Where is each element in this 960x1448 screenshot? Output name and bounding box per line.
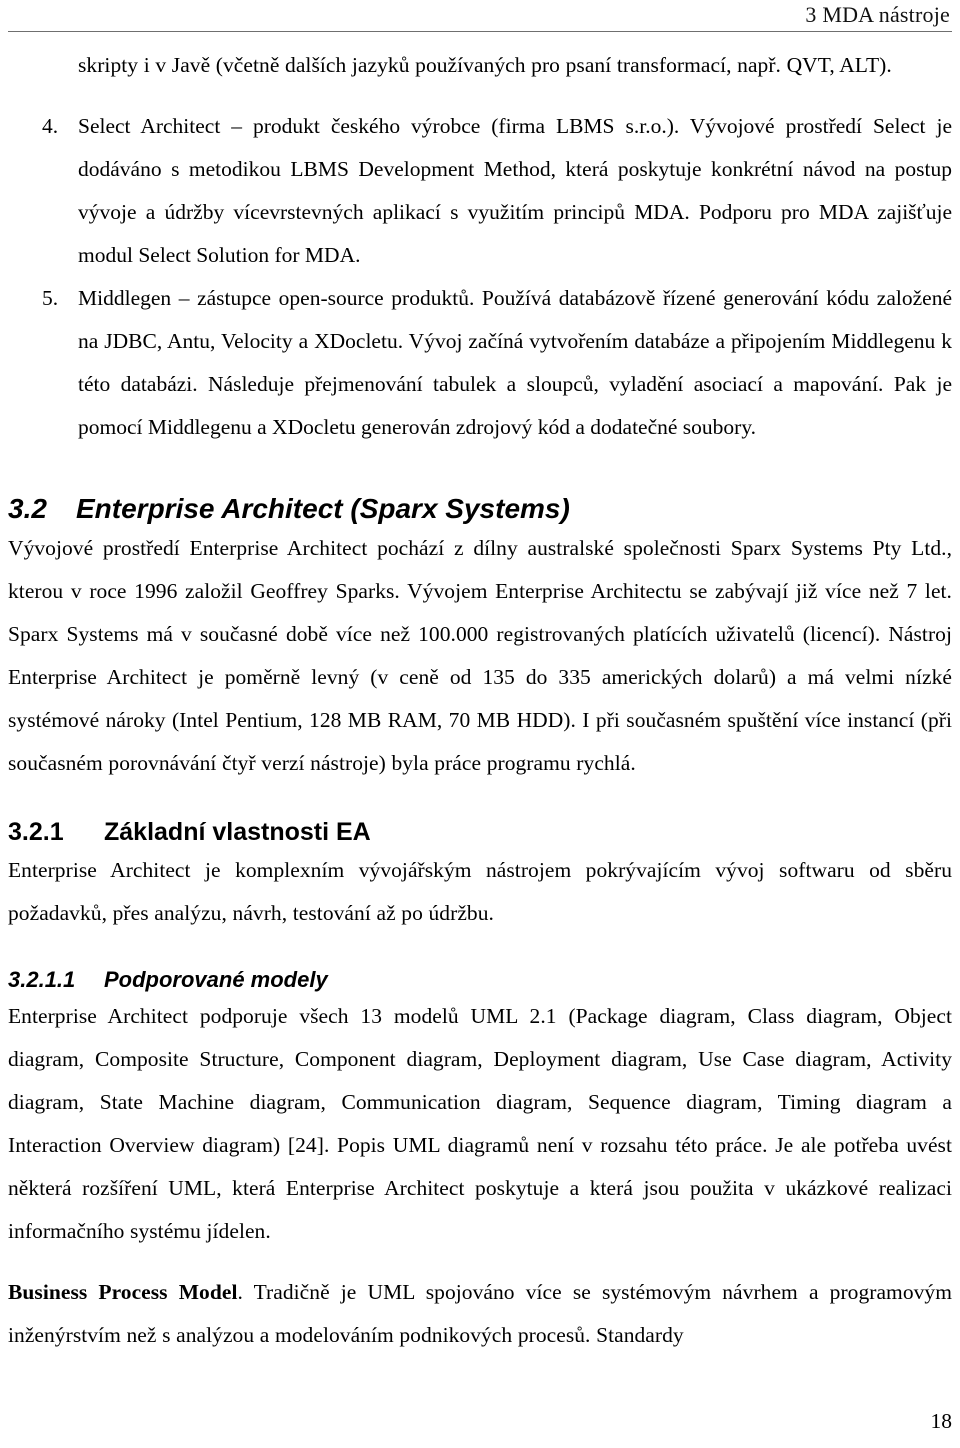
heading-3-2-1-1-title: Podporované modely	[104, 967, 328, 992]
heading-3-2-1-title: Základní vlastnosti EA	[104, 818, 371, 846]
header-title: 3 MDA nástroje	[805, 2, 950, 27]
heading-3-2-1: 3.2.1 Základní vlastnosti EA	[8, 815, 952, 849]
heading-3-2-title: Enterprise Architect (Sparx Systems)	[76, 493, 570, 524]
intro-paragraph: skripty i v Javě (včetně dalších jazyků …	[78, 53, 892, 77]
list-item-text: Middlegen – zástupce open-source produkt…	[78, 286, 952, 439]
business-process-model-paragraph: Business Process Model. Tradičně je UML …	[8, 1271, 952, 1357]
section-3-2-1-paragraph: Enterprise Architect je komplexním vývoj…	[8, 858, 952, 925]
heading-3-2-1-1: 3.2.1.1 Podporované modely	[8, 965, 952, 995]
header-divider	[8, 31, 952, 32]
page-number: 18	[930, 1409, 953, 1433]
business-process-model-term: Business Process Model	[8, 1280, 238, 1304]
list-item: 5. Middlegen – zástupce open-source prod…	[8, 277, 952, 449]
list-item-marker: 5.	[42, 286, 59, 310]
heading-3-2-1-number: 3.2.1	[8, 818, 64, 846]
section-3-2-paragraph: Vývojové prostředí Enterprise Architect …	[8, 536, 952, 775]
section-3-2-1-1-paragraph: Enterprise Architect podporuje všech 13 …	[8, 1004, 952, 1243]
numbered-list: 4. Select Architect – produkt českého vý…	[8, 105, 952, 449]
list-item: 4. Select Architect – produkt českého vý…	[8, 105, 952, 277]
heading-3-2-number: 3.2	[8, 493, 47, 524]
list-item-text: Select Architect – produkt českého výrob…	[78, 114, 952, 267]
document-page: 3 MDA nástroje skripty i v Javě (včetně …	[0, 0, 960, 1448]
heading-3-2: 3.2 Enterprise Architect (Sparx Systems)	[8, 491, 952, 527]
page-content: skripty i v Javě (včetně dalších jazyků …	[8, 44, 952, 1357]
running-header: 3 MDA nástroje	[8, 2, 952, 32]
list-item-marker: 4.	[42, 114, 59, 138]
heading-3-2-1-1-number: 3.2.1.1	[8, 967, 76, 992]
